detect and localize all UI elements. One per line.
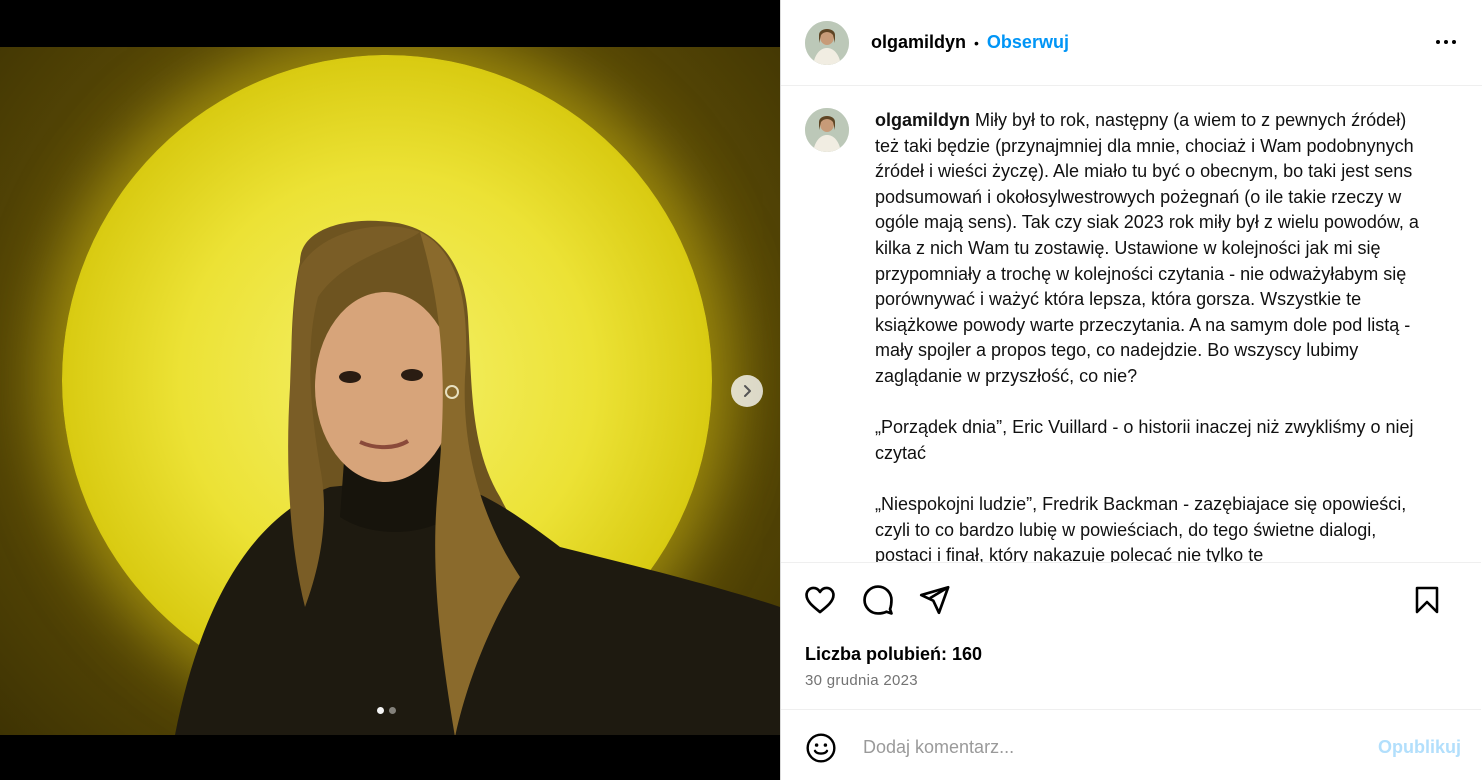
paper-plane-icon xyxy=(919,585,950,615)
caption-comment: olgamildyn Miły był to rok, następny (a … xyxy=(781,86,1481,562)
share-button[interactable] xyxy=(917,583,951,622)
bookmark-icon xyxy=(1415,586,1439,614)
publish-button[interactable]: Opublikuj xyxy=(1378,737,1461,758)
header-username[interactable]: olgamildyn xyxy=(871,32,966,53)
post-header: olgamildyn • Obserwuj xyxy=(781,0,1482,86)
likes-count[interactable]: Liczba polubień: 160 xyxy=(805,644,982,665)
separator-dot: • xyxy=(974,34,979,51)
comment-button[interactable] xyxy=(861,583,895,622)
post-date[interactable]: 30 grudnia 2023 xyxy=(805,672,918,689)
avatar-image xyxy=(805,108,849,152)
like-button[interactable] xyxy=(803,583,837,622)
caption-avatar[interactable] xyxy=(805,108,849,152)
post-side-panel: olgamildyn • Obserwuj olgamildyn Miły by… xyxy=(780,0,1482,780)
carousel-dot-active xyxy=(377,707,384,714)
comment-input[interactable] xyxy=(861,730,1345,764)
emoji-button[interactable] xyxy=(805,732,837,769)
heart-icon xyxy=(805,586,835,614)
action-bar xyxy=(781,562,1481,643)
instagram-post: olgamildyn • Obserwuj olgamildyn Miły by… xyxy=(0,0,1482,780)
chevron-right-icon xyxy=(744,385,751,397)
carousel-dot xyxy=(389,707,396,714)
caption-username[interactable]: olgamildyn xyxy=(875,110,970,130)
caption-body: Miły był to rok, następny (a wiem to z p… xyxy=(875,110,1419,562)
comment-bubble-icon xyxy=(863,585,893,615)
caption-scroll-area[interactable]: olgamildyn Miły był to rok, następny (a … xyxy=(781,86,1481,562)
caption-text: olgamildyn Miły był to rok, następny (a … xyxy=(875,108,1435,562)
carousel-next-button[interactable] xyxy=(731,375,763,407)
more-horizontal-icon xyxy=(1436,40,1456,44)
more-options-button[interactable] xyxy=(1434,30,1458,59)
add-comment-bar: Opublikuj xyxy=(781,709,1481,780)
post-media xyxy=(0,0,780,780)
portrait-figure xyxy=(175,220,780,735)
smiley-icon xyxy=(806,733,836,763)
avatar[interactable] xyxy=(805,20,849,65)
follow-button[interactable]: Obserwuj xyxy=(987,32,1069,53)
post-photo xyxy=(0,47,780,735)
save-button[interactable] xyxy=(1411,583,1443,622)
carousel-indicator xyxy=(377,707,396,714)
avatar-image xyxy=(805,20,849,65)
